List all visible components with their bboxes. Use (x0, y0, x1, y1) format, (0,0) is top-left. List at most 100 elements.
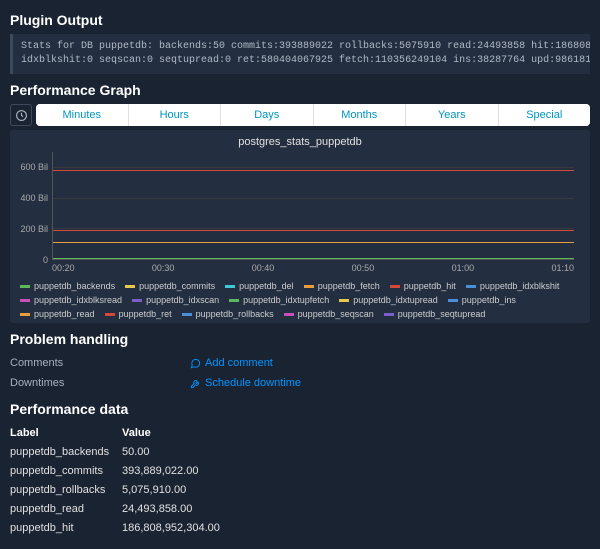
chart-panel: postgres_stats_puppetdb 0 200 Bil 400 Bi… (10, 130, 590, 323)
legend-label: puppetdb_seqscan (298, 309, 374, 319)
legend-label: puppetdb_ret (119, 309, 172, 319)
legend-label: puppetdb_idxscan (146, 295, 219, 305)
legend-label: puppetdb_del (239, 281, 294, 291)
perf-head-value: Value (122, 427, 590, 439)
perf-label: puppetdb_read (10, 503, 122, 515)
legend-item[interactable]: puppetdb_del (225, 281, 294, 291)
schedule-downtime-link[interactable]: Schedule downtime (190, 377, 301, 389)
legend-item[interactable]: puppetdb_read (20, 309, 95, 319)
tab-special[interactable]: Special (499, 104, 591, 126)
legend-swatch (20, 285, 30, 288)
chart-xaxis: 00:20 00:30 00:40 00:50 01:00 01:10 (52, 260, 574, 277)
xtick: 00:30 (152, 263, 175, 273)
xtick: 00:40 (252, 263, 275, 273)
table-row: puppetdb_backends50.00 (10, 442, 590, 461)
legend-item[interactable]: puppetdb_commits (125, 281, 215, 291)
legend-swatch (384, 313, 394, 316)
legend-item[interactable]: puppetdb_idxtupfetch (229, 295, 329, 305)
ytick: 400 Bil (14, 193, 48, 203)
legend-label: puppetdb_ins (462, 295, 516, 305)
perf-label: puppetdb_hit (10, 522, 122, 534)
legend-swatch (390, 285, 400, 288)
performance-data-table: Label Value puppetdb_backends50.00puppet… (10, 423, 590, 537)
legend-swatch (132, 299, 142, 302)
perf-value: 393,889,022.00 (122, 465, 590, 477)
problem-label: Comments (10, 357, 190, 369)
legend-swatch (284, 313, 294, 316)
tab-years[interactable]: Years (406, 104, 499, 126)
legend-label: puppetdb_fetch (318, 281, 380, 291)
ytick: 0 (14, 255, 48, 265)
tab-minutes[interactable]: Minutes (36, 104, 129, 126)
legend-swatch (466, 285, 476, 288)
legend-swatch (339, 299, 349, 302)
table-row: puppetdb_hit186,808,952,304.00 (10, 518, 590, 537)
legend-item[interactable]: puppetdb_rollbacks (182, 309, 274, 319)
legend-item[interactable]: puppetdb_idxtupread (339, 295, 438, 305)
legend-item[interactable]: puppetdb_idxblksread (20, 295, 122, 305)
perf-label: puppetdb_commits (10, 465, 122, 477)
perf-head-label: Label (10, 427, 122, 439)
table-row: puppetdb_read24,493,858.00 (10, 499, 590, 518)
legend-item[interactable]: puppetdb_fetch (304, 281, 380, 291)
legend-label: puppetdb_idxblksread (34, 295, 122, 305)
legend-label: puppetdb_rollbacks (196, 309, 274, 319)
problem-handling-title: Problem handling (10, 331, 590, 347)
perf-value: 50.00 (122, 446, 590, 458)
legend-swatch (20, 313, 30, 316)
wrench-icon (190, 378, 201, 389)
legend-item[interactable]: puppetdb_idxscan (132, 295, 219, 305)
series-ret (53, 170, 574, 171)
legend-item[interactable]: puppetdb_idxblkshit (466, 281, 560, 291)
legend-swatch (20, 299, 30, 302)
legend-label: puppetdb_seqtupread (398, 309, 486, 319)
chart-plot-area: 0 200 Bil 400 Bil 600 Bil (52, 152, 574, 260)
legend-item[interactable]: puppetdb_ins (448, 295, 516, 305)
tab-days[interactable]: Days (221, 104, 314, 126)
legend-swatch (304, 285, 314, 288)
problem-row-downtimes: Downtimes Schedule downtime (10, 373, 590, 393)
legend-label: puppetdb_hit (404, 281, 456, 291)
plugin-output-line: Stats for DB puppetdb: backends:50 commi… (21, 40, 582, 54)
perf-label: puppetdb_rollbacks (10, 484, 122, 496)
legend-item[interactable]: puppetdb_backends (20, 281, 115, 291)
comment-icon (190, 358, 201, 369)
legend-item[interactable]: puppetdb_ret (105, 309, 172, 319)
tab-months[interactable]: Months (314, 104, 407, 126)
plugin-output-box: Stats for DB puppetdb: backends:50 commi… (10, 34, 590, 74)
performance-data-title: Performance data (10, 401, 590, 417)
series-fetch (53, 242, 574, 243)
add-comment-link[interactable]: Add comment (190, 357, 273, 369)
series-rest (53, 258, 574, 259)
xtick: 01:00 (452, 263, 475, 273)
ytick: 600 Bil (14, 162, 48, 172)
legend-item[interactable]: puppetdb_seqtupread (384, 309, 486, 319)
legend-swatch (105, 313, 115, 316)
table-row: puppetdb_commits393,889,022.00 (10, 461, 590, 480)
legend-swatch (225, 285, 235, 288)
chart-legend: puppetdb_backendspuppetdb_commitspuppetd… (18, 277, 582, 321)
ytick: 200 Bil (14, 224, 48, 234)
series-hit (53, 230, 574, 231)
legend-swatch (448, 299, 458, 302)
legend-label: puppetdb_idxtupread (353, 295, 438, 305)
legend-swatch (125, 285, 135, 288)
legend-label: puppetdb_read (34, 309, 95, 319)
perf-value: 24,493,858.00 (122, 503, 590, 515)
table-row: puppetdb_rollbacks5,075,910.00 (10, 480, 590, 499)
tab-hours[interactable]: Hours (129, 104, 222, 126)
xtick: 01:10 (551, 263, 574, 273)
performance-graph-title: Performance Graph (10, 82, 590, 98)
perf-value: 186,808,952,304.00 (122, 522, 590, 534)
xtick: 00:20 (52, 263, 75, 273)
legend-label: puppetdb_idxtupfetch (243, 295, 329, 305)
legend-item[interactable]: puppetdb_seqscan (284, 309, 374, 319)
legend-item[interactable]: puppetdb_hit (390, 281, 456, 291)
legend-label: puppetdb_idxblkshit (480, 281, 560, 291)
perf-label: puppetdb_backends (10, 446, 122, 458)
xtick: 00:50 (352, 263, 375, 273)
plugin-output-line: idxblkshit:0 seqscan:0 seqtupread:0 ret:… (21, 54, 582, 68)
clock-icon[interactable] (10, 104, 32, 126)
perf-value: 5,075,910.00 (122, 484, 590, 496)
timerange-tabs: Minutes Hours Days Months Years Special (36, 104, 590, 126)
